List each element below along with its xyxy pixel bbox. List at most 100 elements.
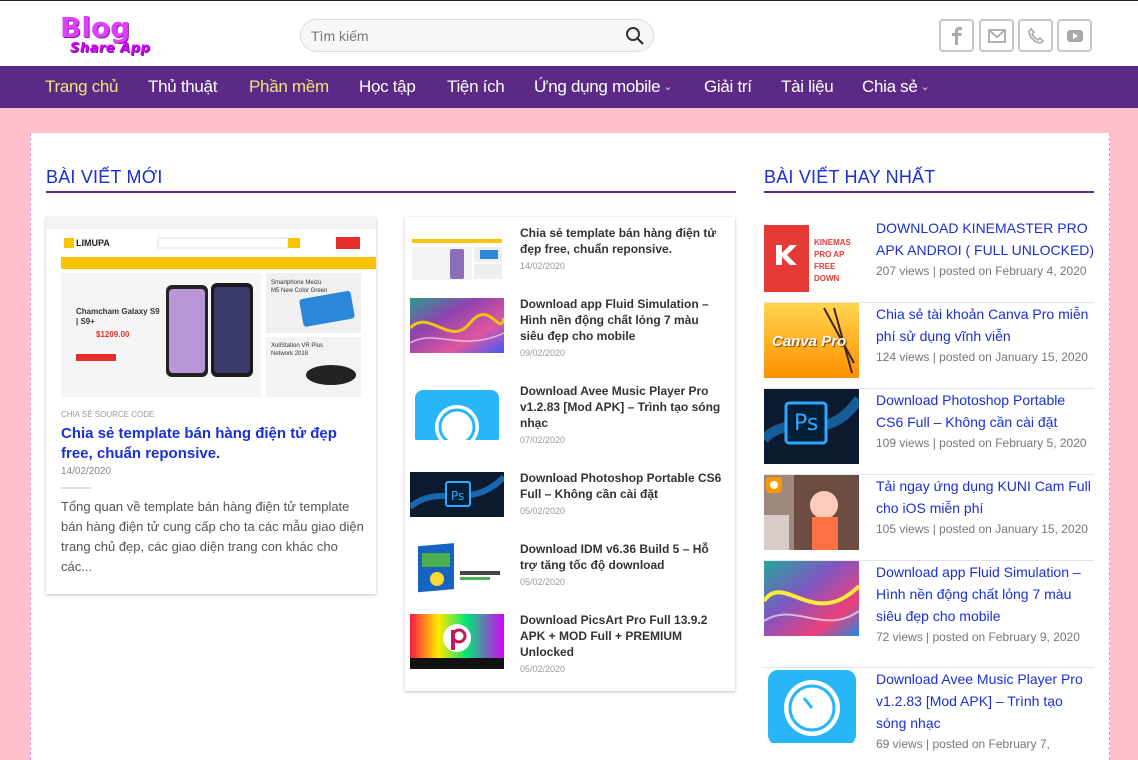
logo-text-blog: Blog [60,11,131,44]
post-date: 05/02/2020 [520,664,566,674]
post-thumbnail[interactable] [410,543,504,598]
divider [61,487,91,489]
site-logo[interactable]: Blog Share App [58,9,168,59]
post-meta: 207 views | posted on February 4, 2020 [876,264,1087,278]
section-title-popular: BÀI VIẾT HAY NHẤT [764,167,936,187]
photoshop-icon: Ps [794,411,819,436]
chevron-down-icon: ⌄ [920,81,930,93]
thumb-text: Canva Pro [772,333,847,350]
nav-item-hoc-tap[interactable]: Học tập [359,77,416,97]
post-title[interactable]: Download Photoshop Portable CS6 Full – K… [876,389,1096,433]
post-date: 05/02/2020 [520,577,566,587]
main-nav: Trang chủ Thủ thuật Phần mềm Học tập Tiệ… [0,66,1138,108]
nav-item-tien-ich[interactable]: Tiện ích [447,77,505,97]
post-date: 14/02/2020 [520,261,566,271]
featured-post-date: 14/02/2020 [61,466,112,477]
list-item[interactable]: Ps Download Photoshop Portable CS6 Full … [405,470,735,541]
list-item[interactable]: KINEMAS PRO AP FREE DOWN DOWNLOAD KINEMA… [764,217,1094,303]
nav-item-ung-dung-mobile[interactable]: Ứng dụng mobile ⌄ [534,77,673,97]
nav-item-trang-chu[interactable]: Trang chủ [45,77,119,97]
template-promo-1-title: Chamcham Galaxy S9 | S9+ [76,307,160,326]
latest-posts-list: Chia sẻ template bán hàng điện tử đẹp fr… [405,217,735,691]
post-title[interactable]: Chia sẻ tài khoản Canva Pro miễn phí sử … [876,303,1096,347]
youtube-icon [1066,29,1083,42]
post-date: 09/02/2020 [520,348,566,358]
list-item[interactable]: Tải ngay ứng dụng KUNI Cam Full cho iOS … [764,475,1094,561]
post-title[interactable]: Download IDM v6.36 Build 5 – Hỗ trợ tăng… [520,541,725,573]
post-meta: 124 views | posted on January 15, 2020 [876,350,1088,364]
email-button[interactable] [979,19,1014,52]
nav-item-giai-tri[interactable]: Giải trí [704,77,752,97]
nav-item-tai-lieu[interactable]: Tài liệu [781,77,834,97]
list-item[interactable]: Download PicsArt Pro Full 13.9.2 APK + M… [405,612,735,683]
post-thumbnail[interactable] [764,668,859,743]
facebook-button[interactable] [939,19,974,52]
nav-item-chia-se[interactable]: Chia sẻ ⌄ [862,77,930,97]
post-thumbnail[interactable]: Ps [764,389,859,464]
list-item[interactable]: Download app Fluid Simulation – Hình nền… [405,296,735,367]
post-title[interactable]: Download app Fluid Simulation – Hình nền… [876,561,1096,627]
post-title[interactable]: DOWNLOAD KINEMASTER PRO APK ANDROI ( FUL… [876,217,1096,261]
list-item[interactable]: Download Avee Music Player Pro v1.2.83 [… [764,668,1094,760]
chevron-down-icon: ⌄ [663,81,673,93]
facebook-icon [951,26,962,45]
list-item[interactable]: Chia sẻ template bán hàng điện tử đẹp fr… [405,225,735,296]
mail-icon [987,28,1006,43]
post-meta: 69 views | posted on February 7, [876,737,1050,751]
post-date: 07/02/2020 [520,435,566,445]
list-item[interactable]: Canva Pro Chia sẻ tài khoản Canva Pro mi… [764,303,1094,389]
post-title[interactable]: Download app Fluid Simulation – Hình nền… [520,296,725,344]
phone-icon [1027,27,1044,44]
search-input[interactable] [311,26,611,46]
post-thumbnail[interactable]: KINEMAS PRO AP FREE DOWN [764,217,859,292]
post-thumbnail[interactable] [410,385,504,440]
site-header: Blog Share App [0,0,1138,66]
post-meta: 72 views | posted on February 9, 2020 [876,630,1080,644]
post-title[interactable]: Download Photoshop Portable CS6 Full – K… [520,470,725,502]
list-item[interactable]: Download Avee Music Player Pro v1.2.83 [… [405,383,735,454]
post-title[interactable]: Chia sẻ template bán hàng điện tử đẹp fr… [520,225,725,257]
nav-item-phan-mem[interactable]: Phần mềm [249,77,329,97]
page: Blog Share App Trang chủ Thủ thuật Phần … [0,0,1138,760]
featured-post-excerpt: Tổng quan về template bán hàng điện tử t… [61,499,364,574]
post-thumbnail[interactable]: Canva Pro [764,303,859,378]
post-title[interactable]: Download Avee Music Player Pro v1.2.83 [… [876,668,1096,734]
svg-text:Ps: Ps [451,489,464,503]
main-content: BÀI VIẾT MỚI LIMUPA Chamcham Galaxy S9 |… [30,133,1110,760]
section-title-latest: BÀI VIẾT MỚI [46,167,163,187]
post-thumbnail[interactable] [410,227,504,282]
featured-post-category[interactable]: CHIA SẺ SOURCE CODE [61,410,154,419]
list-item[interactable]: Download app Fluid Simulation – Hình nền… [764,561,1094,668]
post-meta: 109 views | posted on February 5, 2020 [876,436,1087,450]
post-thumbnail[interactable] [764,561,859,636]
nav-item-thu-thuat[interactable]: Thủ thuật [148,77,217,97]
featured-post-thumbnail[interactable]: LIMUPA Chamcham Galaxy S9 | S9+ $1209.00… [46,217,376,397]
template-brand: LIMUPA [76,238,110,248]
youtube-button[interactable] [1057,19,1092,52]
post-title[interactable]: Tải ngay ứng dụng KUNI Cam Full cho iOS … [876,475,1096,519]
post-thumbnail[interactable] [764,475,859,550]
search-icon[interactable] [625,26,645,46]
thumb-text: KINEMAS PRO AP FREE DOWN [814,238,851,283]
post-date: 05/02/2020 [520,506,566,516]
list-item[interactable]: Ps Download Photoshop Portable CS6 Full … [764,389,1094,475]
search-box [300,19,654,52]
section-divider [46,191,736,193]
template-promo-1-price: $1209.00 [96,330,130,339]
featured-post-title[interactable]: Chia sẻ template bán hàng điện tử đẹp fr… [61,424,366,464]
template-promo-3-title: XoliStation VR Plus Network 2018 [271,343,324,357]
post-title[interactable]: Download Avee Music Player Pro v1.2.83 [… [520,383,725,431]
featured-post-card[interactable]: LIMUPA Chamcham Galaxy S9 | S9+ $1209.00… [46,217,376,594]
post-title[interactable]: Download PicsArt Pro Full 13.9.2 APK + M… [520,612,725,660]
logo-text-share-app: Share App [70,41,151,56]
phone-button[interactable] [1018,19,1053,52]
nav-item-label: Ứng dụng mobile [534,77,661,96]
post-meta: 105 views | posted on January 15, 2020 [876,522,1088,536]
post-thumbnail[interactable] [410,614,504,669]
post-thumbnail[interactable]: Ps [410,472,504,527]
list-item[interactable]: Download IDM v6.36 Build 5 – Hỗ trợ tăng… [405,541,735,612]
template-promo-2-title: Smartphone Meizu M5 New Color Green [271,280,328,294]
nav-item-label: Chia sẻ [862,77,918,96]
post-thumbnail[interactable] [410,298,504,353]
section-divider [764,191,1094,193]
